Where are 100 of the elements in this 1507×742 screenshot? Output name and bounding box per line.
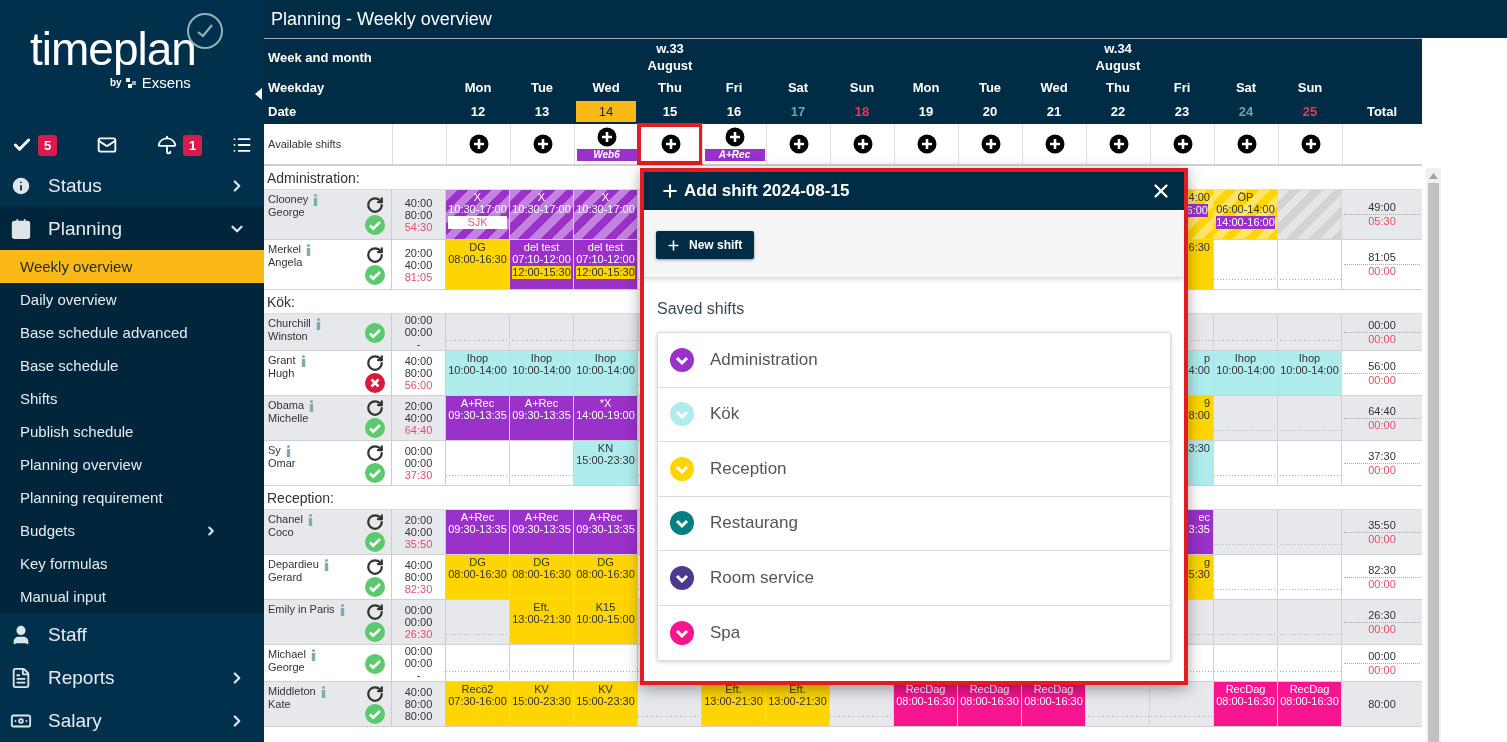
shift-time: 09:30-13:35 (448, 523, 507, 535)
shift-block[interactable]: K15 10:00-15:00 (574, 600, 637, 644)
total-value: 80:00 (1367, 697, 1397, 711)
submenu-item[interactable]: Base schedule advanced (0, 316, 264, 350)
mail-icon[interactable] (97, 135, 117, 156)
shift-block[interactable]: Ihop 10:00-14:00 (574, 351, 637, 395)
menu-item[interactable]: Status (0, 164, 264, 208)
shift-group-item[interactable]: Room service (658, 551, 1170, 606)
staff-last-name: Obama (268, 399, 305, 412)
add-shift-button[interactable] (660, 134, 681, 154)
shift-block[interactable]: del test 07:10-12:00 12:00-15:30 (574, 240, 637, 289)
shift-block[interactable]: A+Rec 09:30-13:35 (510, 396, 573, 440)
shift-block[interactable]: KV 15:00-23:30 (574, 682, 637, 726)
shift-block[interactable]: Eft. 13:00-21:30 (510, 600, 573, 644)
hours-value: 20:00 (404, 400, 433, 412)
scroll-thumb[interactable] (1428, 183, 1439, 742)
shift-block[interactable]: RecDag 08:00-16:30 (1022, 682, 1085, 726)
umbrella-icon[interactable] (157, 135, 177, 156)
shift-block[interactable]: RecDag 08:00-16:30 (894, 682, 957, 726)
shift-group-item[interactable]: Spa (658, 605, 1170, 660)
hours-value: 64:40 (404, 424, 433, 436)
shift-block[interactable]: A+Rec 09:30-13:35 (446, 396, 509, 440)
submenu-item[interactable]: Shifts (0, 382, 264, 416)
menu-item[interactable]: Planning (0, 207, 264, 251)
submenu-item[interactable]: Budgets (0, 514, 264, 548)
shift-block[interactable]: *X 14:00-19:00 (574, 396, 637, 440)
staff-first-name: George (268, 661, 306, 674)
menu-item[interactable]: Staff (0, 613, 264, 657)
shift-block[interactable]: KN 15:00-23:30 (574, 441, 637, 485)
shift-name: Ihop (466, 352, 489, 364)
shift-block[interactable]: A+Rec 09:30-13:35 (574, 510, 637, 554)
shift-group-item[interactable]: Administration (658, 333, 1170, 388)
refresh-icon[interactable] (366, 245, 384, 264)
staff-first-name: Coco (268, 526, 295, 539)
submenu-item[interactable]: Weekly overview (0, 250, 264, 284)
total-value: 00:00 (1344, 417, 1420, 432)
add-shift-button[interactable] (1172, 134, 1193, 154)
weekday-label: Tue (978, 79, 1002, 95)
submenu-item[interactable]: Base schedule (0, 349, 264, 383)
menu-item[interactable]: Reports (0, 656, 264, 700)
shift-group-item[interactable]: Kök (658, 387, 1170, 442)
shift-name: Eft. (725, 683, 742, 695)
header-label: Date (267, 103, 298, 119)
refresh-icon[interactable] (366, 354, 384, 372)
refresh-icon[interactable] (366, 444, 384, 462)
shift-block[interactable]: RecDag 08:00-16:30 (1278, 682, 1341, 726)
submenu-item[interactable]: Publish schedule (0, 415, 264, 449)
shift-block[interactable]: Ihop 10:00-14:00 (1278, 351, 1341, 395)
shift-block[interactable]: Ihop 10:00-14:00 (1214, 351, 1277, 395)
refresh-icon[interactable] (366, 603, 384, 621)
shift-block[interactable]: RecDag 08:00-16:30 (1214, 682, 1277, 726)
add-shift-button[interactable] (468, 134, 489, 154)
shift-block[interactable]: Ihop 10:00-14:00 (510, 351, 573, 395)
shift-block[interactable]: del test 07:10-12:00 12:00-15:30 (510, 240, 573, 289)
add-shift-button[interactable] (788, 134, 809, 154)
shift-block[interactable]: DG 08:00-16:30 (446, 240, 509, 289)
shift-block[interactable]: Eft. 13:00-21:30 (702, 682, 765, 726)
add-shift-button[interactable] (1108, 134, 1129, 154)
shift-name: A+Rec (524, 397, 559, 409)
add-shift-button[interactable] (1300, 134, 1321, 154)
shift-time: 10:00-14:00 (512, 364, 571, 376)
submenu-item[interactable]: Planning requirement (0, 481, 264, 515)
submenu-item[interactable]: Key formulas (0, 547, 264, 581)
document-icon (10, 666, 32, 689)
collapse-icon[interactable] (255, 88, 262, 100)
refresh-icon[interactable] (366, 558, 384, 576)
refresh-icon[interactable] (366, 685, 384, 703)
add-shift-button[interactable] (1044, 134, 1065, 154)
add-shift-button[interactable] (980, 134, 1001, 154)
shift-block[interactable]: DG 08:00-16:30 (574, 555, 637, 599)
shift-block[interactable]: A+Rec 09:30-13:35 (510, 510, 573, 554)
submenu-item[interactable]: Planning overview (0, 448, 264, 482)
shift-group-item[interactable]: Restaurang (658, 496, 1170, 551)
add-shift-button[interactable] (1236, 134, 1257, 154)
shift-name: X (473, 191, 482, 203)
add-shift-button[interactable] (916, 134, 937, 154)
submenu-item[interactable]: Daily overview (0, 283, 264, 317)
shift-block[interactable]: Recö2 07:30-16:00 (446, 682, 509, 726)
shift-block[interactable]: Eft. 13:00-21:30 (766, 682, 829, 726)
shift-block[interactable]: DG 08:00-16:30 (510, 555, 573, 599)
add-shift-button[interactable] (852, 134, 873, 154)
shift-block[interactable]: Ihop 10:00-14:00 (446, 351, 509, 395)
add-shift-button[interactable] (532, 134, 553, 154)
new-shift-button[interactable]: New shift (656, 231, 755, 259)
striped-shift-block[interactable]: ÖP 06:00-14:00 14:00-16:00 (1214, 190, 1277, 239)
add-shift-button[interactable] (724, 127, 745, 147)
refresh-icon[interactable] (366, 195, 384, 214)
shift-block[interactable]: KV 15:00-23:30 (510, 682, 573, 726)
scrollbar[interactable] (1426, 168, 1441, 742)
add-shift-button[interactable] (596, 127, 617, 147)
shift-block[interactable]: RecDag 08:00-16:30 (958, 682, 1021, 726)
shift-block[interactable]: DG 08:00-16:30 (446, 555, 509, 599)
shift-group-item[interactable]: Reception (658, 442, 1170, 497)
submenu-item[interactable]: Manual input (0, 580, 264, 614)
menu-item[interactable]: Salary (0, 699, 264, 742)
shift-tag: 12:00-15:30 (576, 266, 635, 279)
shift-block[interactable]: A+Rec 09:30-13:35 (446, 510, 509, 554)
shift-time: 08:00-16:30 (960, 695, 1019, 707)
refresh-icon[interactable] (366, 399, 384, 417)
refresh-icon[interactable] (366, 513, 384, 531)
